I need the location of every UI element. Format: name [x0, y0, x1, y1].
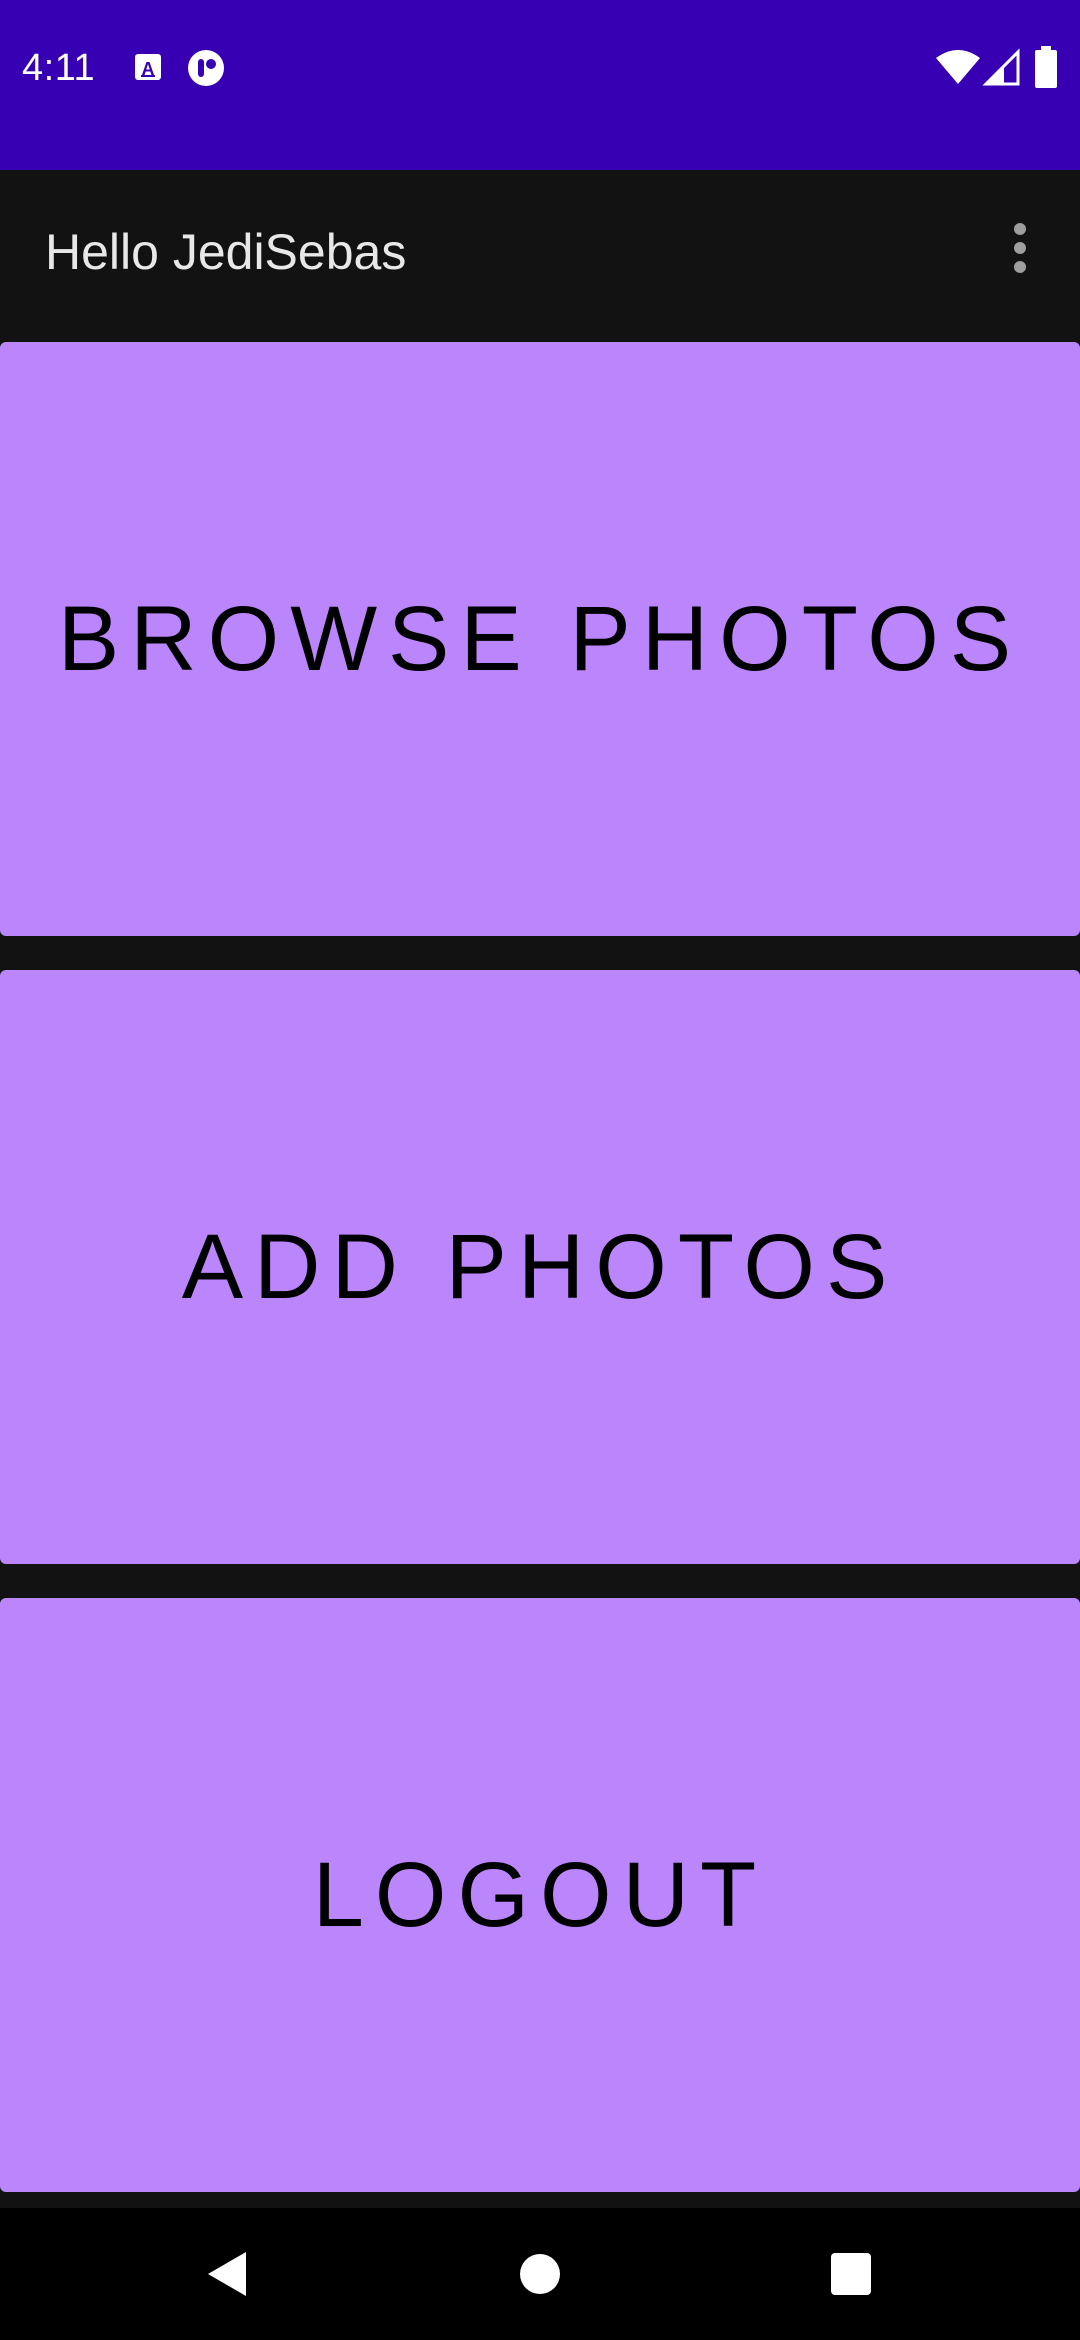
battery-icon: [1035, 46, 1057, 88]
circle-notification-icon: [188, 50, 224, 86]
a-notification-icon: A: [135, 54, 161, 80]
logout-button[interactable]: LOGOUT: [0, 1598, 1080, 2192]
back-icon[interactable]: [202, 2248, 252, 2300]
browse-photos-button[interactable]: BROWSE PHOTOS: [0, 342, 1080, 936]
wifi-icon: [936, 50, 980, 84]
add-photos-button[interactable]: ADD PHOTOS: [0, 970, 1080, 1564]
home-icon[interactable]: [518, 2248, 562, 2300]
status-time: 4:11: [22, 47, 96, 89]
app-title: Hello JediSebas: [45, 224, 407, 280]
cellular-signal-icon: [982, 48, 1020, 86]
recents-icon[interactable]: [828, 2248, 874, 2300]
more-vert-icon[interactable]: [1000, 220, 1040, 276]
